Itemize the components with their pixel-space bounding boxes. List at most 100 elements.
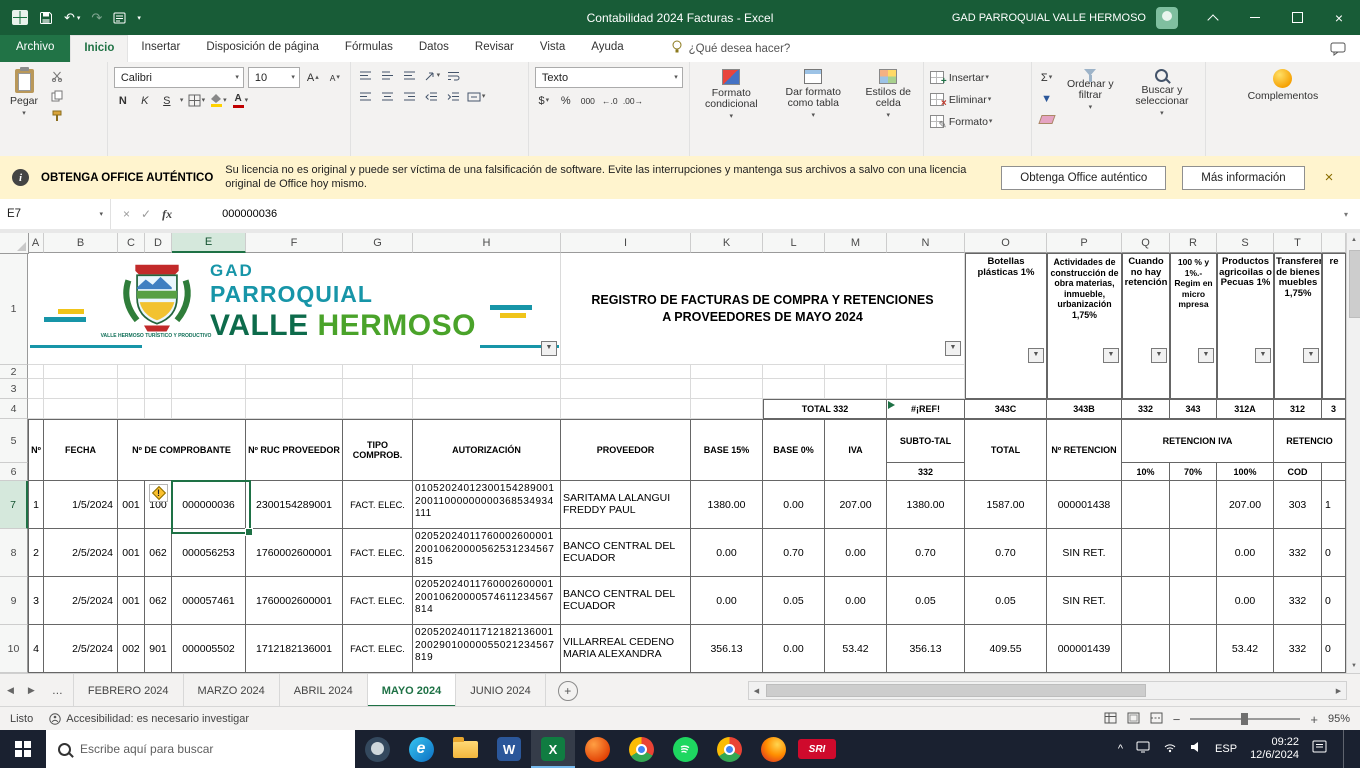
cell-H10[interactable]: 0205202401171218213600120029010000055021… bbox=[413, 625, 561, 673]
cell-N3[interactable] bbox=[887, 379, 965, 399]
cell-H9[interactable]: 0205202401176000260000120010620000574611… bbox=[413, 577, 561, 625]
tray-expand-icon[interactable]: ^ bbox=[1118, 743, 1123, 755]
cell-T6[interactable]: COD bbox=[1274, 463, 1322, 481]
cell-T9[interactable]: 332 bbox=[1274, 577, 1322, 625]
cell-S4[interactable]: 312A bbox=[1217, 399, 1274, 419]
cell-T4[interactable]: 312 bbox=[1274, 399, 1322, 419]
cell-F2[interactable] bbox=[246, 365, 343, 379]
fill-icon[interactable]: ▼ bbox=[1038, 90, 1056, 107]
cell-F3[interactable] bbox=[246, 379, 343, 399]
tab-vista[interactable]: Vista bbox=[527, 35, 578, 62]
cell-I5[interactable]: PROVEEDOR bbox=[561, 419, 691, 481]
browser-orange-icon[interactable] bbox=[575, 730, 619, 768]
scroll-left-icon[interactable]: ◀ bbox=[749, 687, 764, 695]
cell-I2[interactable] bbox=[561, 365, 691, 379]
cell-P7[interactable]: 000001438 bbox=[1047, 481, 1122, 529]
row-header-5[interactable]: 5 bbox=[0, 419, 28, 463]
delete-cells-button[interactable]: × Eliminar ▾ bbox=[929, 91, 993, 109]
row-header-10[interactable]: 10 bbox=[0, 625, 28, 673]
word-icon[interactable]: W bbox=[487, 730, 531, 768]
increase-decimal-icon[interactable]: ←.0 bbox=[601, 92, 619, 109]
thousands-format-icon[interactable]: 000 bbox=[579, 92, 597, 109]
notifications-icon[interactable] bbox=[1312, 740, 1328, 759]
cell-G10[interactable]: FACT. ELEC. bbox=[343, 625, 413, 673]
cell-C8[interactable]: 001 bbox=[118, 529, 145, 577]
tab-archivo[interactable]: Archivo bbox=[0, 35, 71, 62]
cell-P4[interactable]: 343B bbox=[1047, 399, 1122, 419]
column-header-E[interactable]: E bbox=[172, 233, 246, 253]
cell-F10[interactable]: 1712182136001 bbox=[246, 625, 343, 673]
page-break-view-icon[interactable] bbox=[1150, 712, 1163, 727]
orientation-icon[interactable]: ▾ bbox=[423, 67, 441, 84]
row-header-8[interactable]: 8 bbox=[0, 529, 28, 577]
column-header-L[interactable]: L bbox=[763, 233, 825, 253]
cell-S7[interactable]: 207.00 bbox=[1217, 481, 1274, 529]
formula-input[interactable]: 000000036 bbox=[184, 208, 1332, 220]
redo-icon[interactable]: ↷ bbox=[91, 10, 102, 26]
chrome-icon[interactable] bbox=[619, 730, 663, 768]
cell-E9[interactable]: 000057461 bbox=[172, 577, 246, 625]
row-header-9[interactable]: 9 bbox=[0, 577, 28, 625]
cell-D9[interactable]: 062 bbox=[145, 577, 172, 625]
cell-C4[interactable] bbox=[118, 399, 145, 419]
zoom-out-icon[interactable]: − bbox=[1173, 712, 1181, 727]
cell-K8[interactable]: 0.00 bbox=[691, 529, 763, 577]
vertical-scrollbar-thumb[interactable] bbox=[1349, 250, 1360, 318]
align-right-icon[interactable] bbox=[401, 88, 419, 105]
file-explorer-icon[interactable] bbox=[443, 730, 487, 768]
cell-F5[interactable]: Nº RUC PROVEEDOR bbox=[246, 419, 343, 481]
monitor-icon[interactable] bbox=[1136, 740, 1150, 758]
chrome-icon-2[interactable] bbox=[707, 730, 751, 768]
enter-icon[interactable]: ✓ bbox=[141, 207, 151, 221]
cell-N7[interactable]: 1380.00 bbox=[887, 481, 965, 529]
column-header-R[interactable]: R bbox=[1170, 233, 1217, 253]
underline-button[interactable]: S bbox=[158, 92, 176, 109]
column-header-T[interactable]: T bbox=[1274, 233, 1322, 253]
cell-E4[interactable] bbox=[172, 399, 246, 419]
cell-P8[interactable]: SIN RET. bbox=[1047, 529, 1122, 577]
edge-icon[interactable]: e bbox=[399, 730, 443, 768]
network-icon[interactable] bbox=[1163, 740, 1177, 758]
cell-O8[interactable]: 0.70 bbox=[965, 529, 1047, 577]
borders-icon[interactable]: ▾ bbox=[187, 92, 205, 109]
cell-O7[interactable]: 1587.00 bbox=[965, 481, 1047, 529]
cell-P10[interactable]: 000001439 bbox=[1047, 625, 1122, 673]
cell-A10[interactable]: 4 bbox=[28, 625, 44, 673]
tab-disposicion[interactable]: Disposición de página bbox=[193, 35, 332, 62]
row-header-7[interactable]: 7 bbox=[0, 481, 28, 529]
formula-bar-expand-icon[interactable]: ▾ bbox=[1332, 210, 1360, 219]
cell-O9[interactable]: 0.05 bbox=[965, 577, 1047, 625]
filter-dropdown-icon[interactable]: ▼ bbox=[1255, 348, 1271, 363]
sheet-tab-febrero-2024[interactable]: FEBRERO 2024 bbox=[74, 674, 184, 707]
cell-K5[interactable]: BASE 15% bbox=[691, 419, 763, 481]
cell-Q1[interactable]: Cuando no hay retención ▼ bbox=[1122, 253, 1170, 399]
cell-Q4[interactable]: 332 bbox=[1122, 399, 1170, 419]
cell-L9[interactable]: 0.05 bbox=[763, 577, 825, 625]
cell-C7[interactable]: 001 bbox=[118, 481, 145, 529]
sheet-tab-overflow[interactable]: … bbox=[42, 674, 74, 707]
cell-U9[interactable]: 0 bbox=[1322, 577, 1346, 625]
page-layout-view-icon[interactable] bbox=[1127, 712, 1140, 727]
cell-R8[interactable] bbox=[1170, 529, 1217, 577]
cell-U7[interactable]: 1 bbox=[1322, 481, 1346, 529]
scroll-down-icon[interactable]: ▼ bbox=[1347, 659, 1360, 673]
cell-Q6[interactable]: 10% bbox=[1122, 463, 1170, 481]
font-size-select[interactable]: 10 ▾ bbox=[247, 67, 300, 88]
format-as-table-button[interactable]: Dar formato como tabla ▾ bbox=[773, 67, 854, 121]
cell-A8[interactable]: 2 bbox=[28, 529, 44, 577]
cell-D3[interactable] bbox=[145, 379, 172, 399]
sheet-tab-marzo-2024[interactable]: MARZO 2024 bbox=[184, 674, 280, 707]
wrap-text-icon[interactable] bbox=[445, 67, 463, 84]
cell-K9[interactable]: 0.00 bbox=[691, 577, 763, 625]
cell-G3[interactable] bbox=[343, 379, 413, 399]
firefox-icon[interactable] bbox=[751, 730, 795, 768]
tab-datos[interactable]: Datos bbox=[406, 35, 462, 62]
zoom-in-icon[interactable]: + bbox=[1310, 712, 1318, 727]
column-header-Q[interactable]: Q bbox=[1122, 233, 1170, 253]
row-header-4[interactable]: 4 bbox=[0, 399, 28, 419]
cell-M10[interactable]: 53.42 bbox=[825, 625, 887, 673]
cell-O1[interactable]: Botellas plásticas 1% ▼ bbox=[965, 253, 1047, 399]
sort-filter-button[interactable]: Ordenar y filtrar ▾ bbox=[1062, 67, 1119, 113]
cell-K10[interactable]: 356.13 bbox=[691, 625, 763, 673]
language-indicator[interactable]: ESP bbox=[1215, 743, 1237, 755]
